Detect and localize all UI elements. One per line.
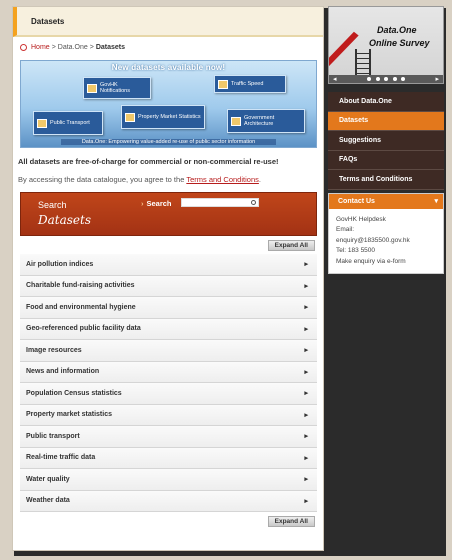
page-title: Datasets xyxy=(13,7,323,37)
banner-tile-government-architecture: Government Architecture xyxy=(227,109,305,133)
category-list: Air pollution indices ▸ Charitable fund-r… xyxy=(20,254,317,512)
carousel-dot[interactable] xyxy=(384,77,388,81)
banner-tile-property-market: Property Market Statistics xyxy=(121,105,205,129)
banner-headline: New datasets available now! xyxy=(111,63,226,72)
contact-helpdesk: GovHK Helpdesk xyxy=(336,215,386,223)
bus-icon xyxy=(37,118,47,128)
contact-us-header[interactable]: Contact Us ▾ xyxy=(329,193,443,209)
sidebar-item-terms[interactable]: Terms and Conditions xyxy=(328,170,444,190)
category-item[interactable]: Charitable fund-raising activities ▸ xyxy=(20,275,317,297)
ladder-icon xyxy=(355,49,371,75)
carousel-dot[interactable] xyxy=(392,77,397,81)
survey-title-line2: Online Survey xyxy=(369,38,430,48)
breadcrumb-separator: > xyxy=(89,44,94,51)
carousel-dot[interactable] xyxy=(375,77,380,81)
sidebar-item-about[interactable]: About Data.One xyxy=(328,92,444,112)
carousel-dots xyxy=(367,77,405,81)
chevron-right-icon: ▸ xyxy=(304,325,308,333)
banner-tagline: Data.One: Empowering value-added re-use … xyxy=(61,139,276,145)
sidebar: Data.One Online Survey ◂ ▸ About Data.On… xyxy=(328,6,444,274)
sidebar-item-suggestions[interactable]: Suggestions xyxy=(328,131,444,151)
contact-us-body: GovHK Helpdesk Email: enquiry@1835500.go… xyxy=(329,209,443,274)
category-item[interactable]: Image resources ▸ xyxy=(20,340,317,362)
category-item[interactable]: Real-time traffic data ▸ xyxy=(20,447,317,469)
terms-notice: By accessing the data catalogue, you agr… xyxy=(18,175,261,184)
traffic-icon xyxy=(218,79,228,89)
search-label: › Search xyxy=(141,199,172,208)
breadcrumb-section[interactable]: Data.One xyxy=(58,44,88,51)
chevron-right-icon: ▸ xyxy=(304,454,308,462)
contact-email-label: Email: xyxy=(336,226,355,233)
chevron-right-icon: ▸ xyxy=(304,261,308,269)
category-item[interactable]: Population Census statistics ▸ xyxy=(20,383,317,405)
banner-tile-notifications: GovHK Notifications xyxy=(83,77,151,99)
online-survey-banner[interactable]: Data.One Online Survey ◂ ▸ xyxy=(328,6,444,84)
category-item[interactable]: Food and environmental hygiene ▸ xyxy=(20,297,317,319)
free-of-charge-notice: All datasets are free-of-charge for comm… xyxy=(18,157,279,166)
chevron-right-icon: ▸ xyxy=(304,304,308,312)
banner-tile-public-transport: Public Transport xyxy=(33,111,103,135)
arrow-right-icon: › xyxy=(141,199,144,208)
expand-all-button-top[interactable]: Expand All xyxy=(267,240,315,251)
home-icon[interactable] xyxy=(20,44,27,51)
category-item[interactable]: Weather data ▸ xyxy=(20,490,317,512)
chevron-right-icon: ▸ xyxy=(304,433,308,441)
search-input[interactable] xyxy=(181,198,259,207)
category-item[interactable]: Water quality ▸ xyxy=(20,469,317,491)
chevron-right-icon: ▸ xyxy=(304,282,308,290)
banner-tile-traffic-speed: Traffic Speed xyxy=(214,75,286,93)
search-heading-line1: Search xyxy=(38,200,67,210)
notification-icon xyxy=(87,83,97,93)
carousel-bar: ◂ ▸ xyxy=(329,75,443,83)
chevron-right-icon: ▸ xyxy=(304,497,308,505)
chevron-right-icon: ▸ xyxy=(304,368,308,376)
category-item[interactable]: Air pollution indices ▸ xyxy=(20,254,317,276)
main-content: Datasets Home > Data.One > Datasets New … xyxy=(12,6,324,551)
search-icon[interactable] xyxy=(251,200,256,205)
contact-email[interactable]: enquiry@1835500.gov.hk xyxy=(336,236,437,247)
chevron-right-icon: ▸ xyxy=(304,476,308,484)
category-item[interactable]: Public transport ▸ xyxy=(20,426,317,448)
category-item[interactable]: Property market statistics ▸ xyxy=(20,404,317,426)
category-item[interactable]: Geo-referenced public facility data ▸ xyxy=(20,318,317,340)
sidebar-item-datasets[interactable]: Datasets xyxy=(328,111,444,131)
sidebar-nav: About Data.One Datasets Suggestions FAQs… xyxy=(328,92,444,190)
contact-eform-link[interactable]: Make enquiry via e-form xyxy=(336,257,437,268)
survey-title-line1: Data.One xyxy=(377,25,417,35)
search-heading-line2: Datasets xyxy=(38,213,91,227)
breadcrumb: Home > Data.One > Datasets xyxy=(20,44,323,51)
carousel-dot[interactable] xyxy=(367,77,371,81)
breadcrumb-current: Datasets xyxy=(95,44,126,51)
chevron-down-icon: ▾ xyxy=(434,198,438,205)
category-item[interactable]: News and information ▸ xyxy=(20,361,317,383)
breadcrumb-separator: > xyxy=(51,44,56,51)
chevron-right-icon: ▸ xyxy=(304,411,308,419)
carousel-dot[interactable] xyxy=(401,77,405,81)
carousel-next-icon[interactable]: ▸ xyxy=(435,75,439,83)
architecture-icon xyxy=(231,116,241,126)
chevron-right-icon: ▸ xyxy=(304,347,308,355)
contact-us-box: Contact Us ▾ GovHK Helpdesk Email: enqui… xyxy=(328,192,444,274)
carousel-prev-icon[interactable]: ◂ xyxy=(333,75,337,83)
chevron-right-icon: ▸ xyxy=(304,390,308,398)
breadcrumb-home-link[interactable]: Home xyxy=(31,44,50,51)
sidebar-item-faqs[interactable]: FAQs xyxy=(328,151,444,170)
new-datasets-banner[interactable]: New datasets available now! GovHK Notifi… xyxy=(20,60,317,148)
building-icon xyxy=(125,112,135,122)
search-datasets-panel: Search Datasets › Search xyxy=(20,192,317,236)
terms-link[interactable]: Terms and Conditions xyxy=(186,175,259,184)
contact-tel: Tel: 183 5500 xyxy=(336,247,376,254)
expand-all-button-bottom[interactable]: Expand All xyxy=(267,516,315,527)
